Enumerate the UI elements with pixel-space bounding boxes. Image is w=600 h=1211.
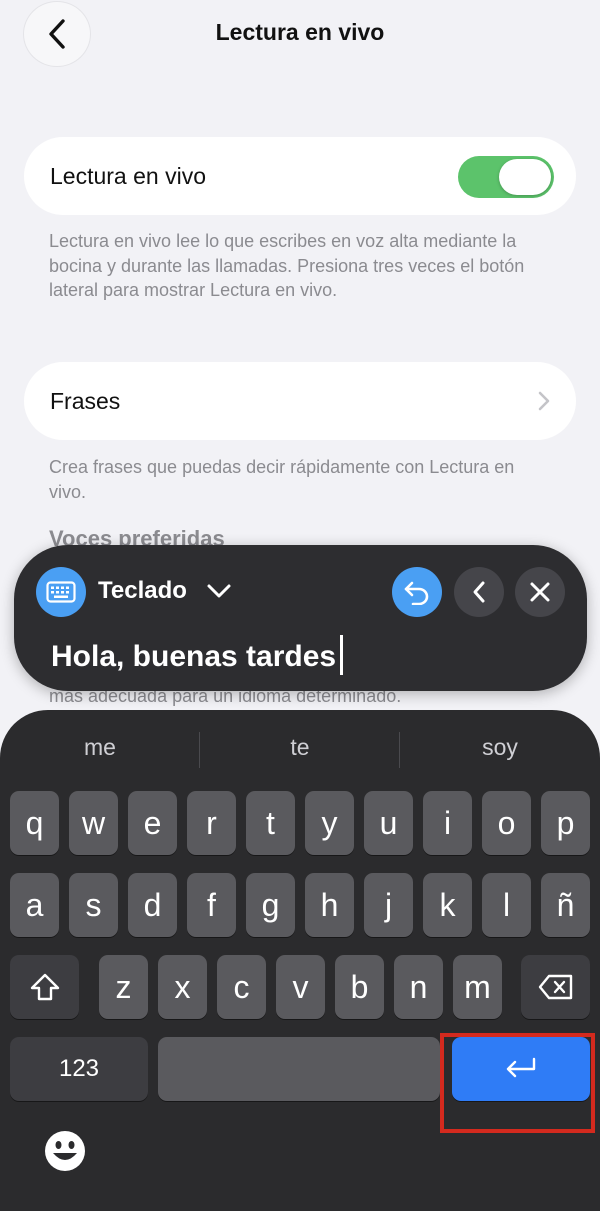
key-u[interactable]: u (364, 791, 413, 855)
typed-text-field[interactable]: Hola, buenas tardes (51, 635, 344, 675)
key-o[interactable]: o (482, 791, 531, 855)
key-l[interactable]: l (482, 873, 531, 937)
suggestion-2[interactable]: te (200, 734, 400, 761)
close-button[interactable] (515, 567, 565, 617)
backspace-icon (538, 974, 572, 1000)
numbers-key[interactable]: 123 (10, 1037, 148, 1101)
key-g[interactable]: g (246, 873, 295, 937)
keyboard: me te soy q w e r t y u i o p a s d f g … (0, 710, 600, 1211)
keyboard-source-button[interactable] (36, 567, 86, 617)
key-d[interactable]: d (128, 873, 177, 937)
key-c[interactable]: c (217, 955, 266, 1019)
emoji-button[interactable] (44, 1130, 86, 1172)
phrases-footnote: Crea frases que puedas decir rápidamente… (49, 457, 515, 502)
keyboard-icon (46, 581, 76, 603)
shift-icon (30, 973, 59, 1001)
key-w[interactable]: w (69, 791, 118, 855)
space-key[interactable] (158, 1037, 440, 1101)
delete-key[interactable] (521, 955, 590, 1019)
key-t[interactable]: t (246, 791, 295, 855)
highlight-box (440, 1033, 595, 1133)
chevron-down-icon[interactable] (206, 583, 232, 599)
suggestion-3[interactable]: soy (400, 734, 600, 761)
typed-text: Hola, buenas tardes (51, 640, 337, 673)
undo-button[interactable] (392, 567, 442, 617)
key-i[interactable]: i (423, 791, 472, 855)
suggestion-1[interactable]: me (0, 734, 200, 761)
key-k[interactable]: k (423, 873, 472, 937)
key-q[interactable]: q (10, 791, 59, 855)
phrases-label: Frases (50, 388, 121, 414)
key-n[interactable]: n (394, 955, 443, 1019)
text-cursor (340, 635, 344, 675)
phrases-row[interactable]: Frases (24, 362, 576, 440)
key-a[interactable]: a (10, 873, 59, 937)
page-title: Lectura en vivo (215, 19, 385, 45)
key-n-tilde[interactable]: ñ (541, 873, 590, 937)
key-b[interactable]: b (335, 955, 384, 1019)
key-p[interactable]: p (541, 791, 590, 855)
emoji-icon (45, 1131, 85, 1171)
chevron-right-icon (538, 391, 550, 411)
live-speech-panel: Teclado Hola, buenas tardes (14, 545, 587, 691)
previous-button[interactable] (454, 567, 504, 617)
live-speech-label: Lectura en vivo (50, 163, 206, 189)
toggle-knob (499, 159, 551, 195)
key-m[interactable]: m (453, 955, 502, 1019)
live-speech-footnote: Lectura en vivo lee lo que escribes en v… (49, 231, 525, 300)
key-x[interactable]: x (158, 955, 207, 1019)
undo-icon (404, 581, 429, 605)
source-label[interactable]: Teclado (98, 577, 187, 605)
key-j[interactable]: j (364, 873, 413, 937)
key-y[interactable]: y (305, 791, 354, 855)
chevron-left-icon (473, 581, 485, 603)
live-speech-row: Lectura en vivo (24, 137, 576, 215)
key-v[interactable]: v (276, 955, 325, 1019)
key-s[interactable]: s (69, 873, 118, 937)
key-e[interactable]: e (128, 791, 177, 855)
key-r[interactable]: r (187, 791, 236, 855)
live-speech-toggle[interactable] (458, 156, 554, 198)
close-icon (530, 582, 550, 602)
key-h[interactable]: h (305, 873, 354, 937)
shift-key[interactable] (10, 955, 79, 1019)
key-f[interactable]: f (187, 873, 236, 937)
key-z[interactable]: z (99, 955, 148, 1019)
